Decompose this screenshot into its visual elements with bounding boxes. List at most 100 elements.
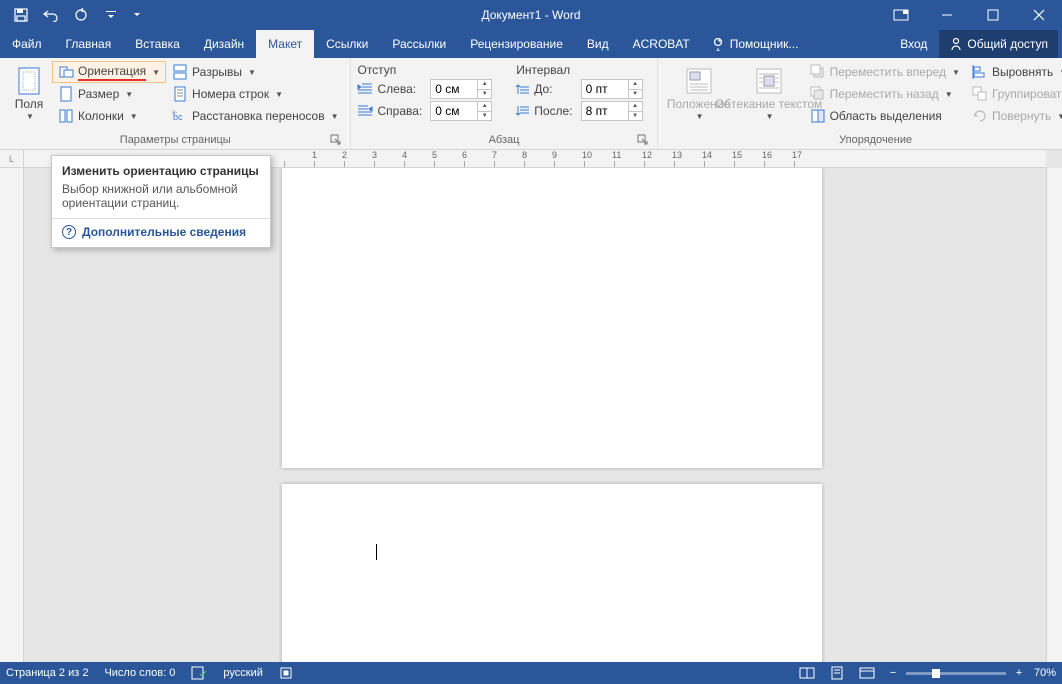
read-mode-view-button[interactable] — [796, 664, 818, 682]
ruler-corner[interactable]: L — [0, 150, 24, 168]
macro-status[interactable] — [279, 666, 293, 680]
rotate-button[interactable]: Повернуть▼ — [966, 105, 1062, 127]
orientation-tooltip: Изменить ориентацию страницы Выбор книжн… — [51, 155, 271, 248]
tooltip-title: Изменить ориентацию страницы — [62, 164, 260, 178]
spin-down[interactable]: ▼ — [478, 90, 491, 99]
size-button[interactable]: Размер ▼ — [52, 83, 166, 105]
orientation-label: Ориентация — [78, 64, 146, 81]
vertical-ruler[interactable] — [0, 168, 24, 662]
close-button[interactable] — [1016, 0, 1062, 30]
save-button[interactable] — [8, 3, 34, 27]
spacing-after-input[interactable] — [582, 102, 628, 120]
spacing-before-spinner[interactable]: ▲▼ — [581, 79, 643, 99]
ribbon-display-options-button[interactable] — [878, 0, 924, 30]
language-status[interactable]: русский — [223, 667, 262, 679]
zoom-slider-thumb[interactable] — [932, 669, 940, 678]
spellcheck-status[interactable] — [191, 666, 207, 680]
spin-down[interactable]: ▼ — [629, 112, 642, 121]
page-1[interactable] — [282, 168, 822, 468]
zoom-slider[interactable] — [906, 672, 1006, 675]
align-button[interactable]: Выровнять▼ — [966, 61, 1062, 83]
bring-forward-label: Переместить вперед — [830, 65, 946, 79]
word-count-status[interactable]: Число слов: 0 — [104, 667, 175, 679]
tab-acrobat[interactable]: ACROBAT — [621, 30, 702, 58]
maximize-button[interactable] — [970, 0, 1016, 30]
tooltip-more-info-link[interactable]: ? Дополнительные сведения — [62, 225, 260, 239]
line-numbers-button[interactable]: Номера строк ▼ — [166, 83, 344, 105]
indent-right-icon — [357, 104, 373, 118]
zoom-in-button[interactable]: + — [1012, 667, 1026, 679]
group-paragraph-label: Абзац — [489, 134, 520, 146]
share-button[interactable]: Общий доступ — [939, 30, 1058, 58]
selection-pane-label: Область выделения — [830, 109, 942, 123]
hyphenation-button[interactable]: bca- Расстановка переносов ▼ — [166, 105, 344, 127]
zoom-out-button[interactable]: − — [886, 667, 900, 679]
indent-left-spinner[interactable]: ▲▼ — [430, 79, 492, 99]
margins-label: Поля — [15, 98, 44, 111]
qat-divider-dropdown[interactable] — [128, 3, 146, 27]
page-count-status[interactable]: Страница 2 из 2 — [6, 667, 88, 679]
undo-button[interactable] — [38, 3, 64, 27]
tab-references[interactable]: Ссылки — [314, 30, 380, 58]
spin-down[interactable]: ▼ — [478, 112, 491, 121]
redo-button[interactable] — [68, 3, 94, 27]
tell-me-label: Помощник... — [730, 37, 799, 51]
tell-me-search[interactable]: Помощник... — [702, 30, 809, 58]
tab-layout[interactable]: Макет — [256, 30, 314, 58]
zoom-level-button[interactable]: 70% — [1034, 667, 1056, 679]
indent-right-spinner[interactable]: ▲▼ — [430, 101, 492, 121]
spacing-after-icon — [516, 104, 530, 118]
group-page-setup: Поля ▼ Ориентация ▼ Размер ▼ Колонки ▼ — [0, 58, 351, 149]
tab-insert[interactable]: Вставка — [123, 30, 192, 58]
rotate-label: Повернуть — [992, 109, 1051, 123]
spacing-before-label: До: — [516, 82, 572, 96]
title-bar: Документ1 - Word — [0, 0, 1062, 30]
bring-forward-button[interactable]: Переместить вперед▼ — [804, 61, 966, 83]
spin-down[interactable]: ▼ — [629, 90, 642, 99]
position-button[interactable]: Положение ▼ — [664, 61, 734, 127]
send-backward-label: Переместить назад — [830, 87, 939, 101]
group-button[interactable]: Группировать▼ — [966, 83, 1062, 105]
tab-review[interactable]: Рецензирование — [458, 30, 575, 58]
breaks-label: Разрывы — [192, 65, 242, 79]
vertical-scrollbar[interactable] — [1046, 168, 1062, 662]
web-layout-view-button[interactable] — [856, 664, 878, 682]
breaks-button[interactable]: Разрывы ▼ — [166, 61, 344, 83]
send-backward-button[interactable]: Переместить назад▼ — [804, 83, 966, 105]
margins-button[interactable]: Поля ▼ — [6, 61, 52, 127]
tab-design[interactable]: Дизайн — [192, 30, 256, 58]
page-setup-launcher-icon[interactable] — [330, 134, 342, 146]
spacing-after-spinner[interactable]: ▲▼ — [581, 101, 643, 121]
share-label: Общий доступ — [967, 37, 1048, 51]
page-2[interactable] — [282, 484, 822, 662]
window-title: Документ1 - Word — [481, 8, 580, 22]
tab-view[interactable]: Вид — [575, 30, 621, 58]
selection-pane-button[interactable]: Область выделения — [804, 105, 966, 127]
orientation-button[interactable]: Ориентация ▼ — [52, 61, 166, 83]
tab-mailings[interactable]: Рассылки — [380, 30, 458, 58]
sign-in-button[interactable]: Вход — [890, 30, 937, 58]
spin-up[interactable]: ▲ — [478, 80, 491, 90]
help-icon: ? — [62, 225, 76, 239]
ribbon-tabs: Файл Главная Вставка Дизайн Макет Ссылки… — [0, 30, 1062, 58]
columns-label: Колонки — [78, 109, 124, 123]
wrap-text-button[interactable]: Обтекание текстом ▼ — [734, 61, 804, 127]
spin-up[interactable]: ▲ — [629, 102, 642, 112]
spacing-header: Интервал — [516, 63, 650, 77]
columns-button[interactable]: Колонки ▼ — [52, 105, 166, 127]
minimize-button[interactable] — [924, 0, 970, 30]
spin-up[interactable]: ▲ — [629, 80, 642, 90]
hyphenation-label: Расстановка переносов — [192, 109, 325, 123]
indent-right-input[interactable] — [431, 102, 477, 120]
window-controls — [878, 0, 1062, 30]
group-paragraph: Отступ Слева: ▲▼ Справа: ▲▼ — [351, 58, 657, 149]
paragraph-launcher-icon[interactable] — [637, 134, 649, 146]
tooltip-more-info-label: Дополнительные сведения — [82, 225, 246, 239]
spacing-before-input[interactable] — [582, 80, 628, 98]
print-layout-view-button[interactable] — [826, 664, 848, 682]
indent-left-input[interactable] — [431, 80, 477, 98]
tab-home[interactable]: Главная — [54, 30, 124, 58]
tab-file[interactable]: Файл — [0, 30, 54, 58]
spin-up[interactable]: ▲ — [478, 102, 491, 112]
qat-customize-button[interactable] — [98, 3, 124, 27]
